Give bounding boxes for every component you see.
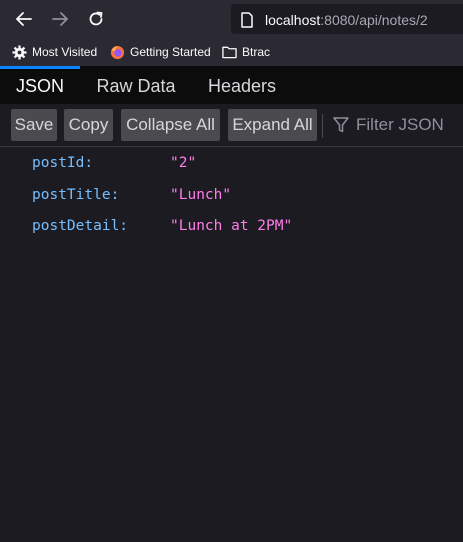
filter-icon [333, 117, 349, 133]
json-key: postId: [32, 155, 94, 171]
bookmark-most-visited[interactable]: Most Visited [12, 43, 97, 61]
tab-headers[interactable]: Headers [206, 66, 278, 104]
tab-raw-data[interactable]: Raw Data [96, 66, 176, 104]
reload-button[interactable] [83, 6, 109, 32]
bookmark-label: Getting Started [130, 45, 211, 59]
filter-json-input[interactable]: Filter JSON [332, 110, 444, 140]
folder-icon [222, 46, 237, 59]
url-text: localhost:8080/api/notes/2 [265, 12, 428, 28]
json-toolbar: Save Copy Collapse All Expand All Filter… [0, 104, 463, 147]
filter-placeholder: Filter JSON [356, 115, 444, 134]
reload-icon [89, 11, 103, 26]
bookmark-getting-started[interactable]: Getting Started [110, 43, 211, 61]
bookmark-label: Most Visited [32, 45, 98, 59]
json-value: "Lunch at 2PM" [170, 218, 293, 234]
bookmark-label: Btrac [242, 45, 271, 59]
back-button[interactable] [11, 6, 37, 32]
json-row[interactable]: postTitle: "Lunch" [0, 180, 463, 210]
save-button[interactable]: Save [11, 109, 57, 141]
url-bar[interactable]: localhost:8080/api/notes/2 [231, 4, 463, 34]
bookmarks-toolbar: Most Visited Getting Started Btrac [0, 40, 463, 64]
arrow-left-icon [16, 12, 32, 26]
json-row[interactable]: postDetail: "Lunch at 2PM" [0, 211, 463, 241]
page-icon [241, 12, 253, 28]
url-host: localhost [265, 12, 321, 28]
json-value: "Lunch" [170, 187, 232, 203]
navigation-bar: localhost:8080/api/notes/2 [0, 0, 463, 38]
tab-json[interactable]: JSON [0, 66, 80, 104]
json-key: postDetail: [32, 218, 129, 234]
json-key: postTitle: [32, 187, 120, 203]
collapse-all-button[interactable]: Collapse All [121, 109, 220, 141]
browser-chrome: localhost:8080/api/notes/2 Most Visited [0, 0, 463, 66]
bookmark-btrac[interactable]: Btrac [222, 43, 270, 61]
url-path: :8080/api/notes/2 [320, 12, 428, 28]
viewer-tabs: JSON Raw Data Headers [0, 66, 463, 104]
json-value: "2" [170, 155, 197, 171]
copy-button[interactable]: Copy [64, 109, 113, 141]
json-viewer: JSON Raw Data Headers Save Copy Collapse… [0, 66, 463, 542]
gear-icon [12, 44, 27, 60]
forward-button[interactable] [47, 6, 73, 32]
arrow-right-icon [52, 12, 68, 26]
firefox-icon [110, 45, 125, 59]
toolbar-divider [322, 114, 323, 138]
json-row[interactable]: postId: "2" [0, 148, 463, 178]
expand-all-button[interactable]: Expand All [228, 109, 317, 141]
